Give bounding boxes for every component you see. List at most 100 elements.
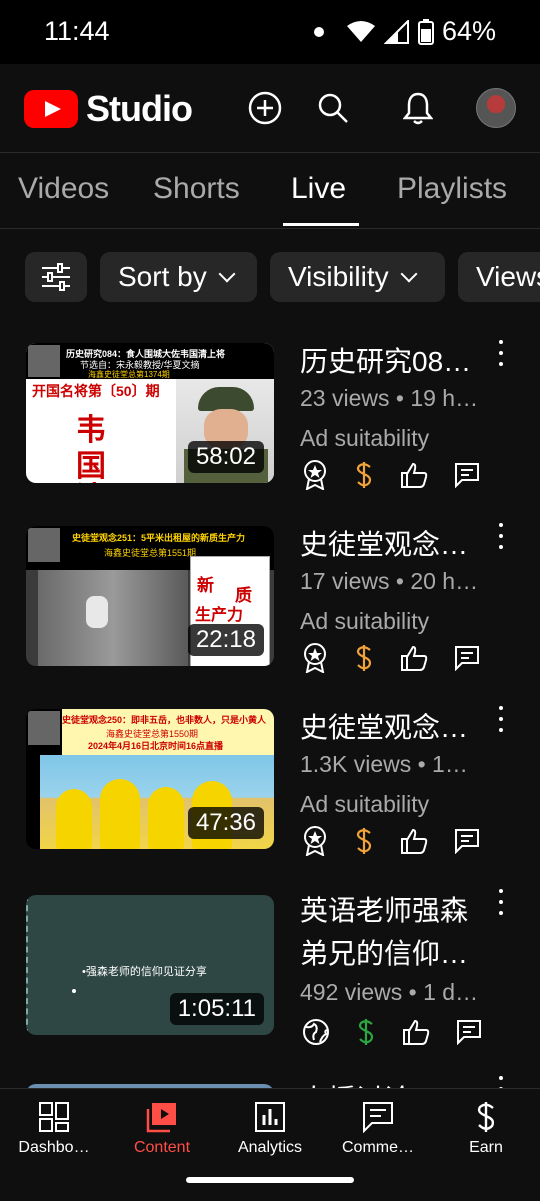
battery-icon [417, 18, 434, 45]
video-list-item[interactable]: •强森老师的信仰见证分享 1:05:11 英语老师强森 弟兄的信仰… 492 v… [0, 889, 540, 1059]
thumbs-up-icon[interactable] [400, 462, 428, 488]
more-options-button[interactable] [495, 523, 507, 549]
video-title-line-2[interactable]: 弟兄的信仰… [300, 932, 480, 972]
bottom-navigation: Dashbo… Content Analytics Comme… Earn [0, 1088, 540, 1201]
nav-analytics[interactable]: Analytics [216, 1099, 324, 1157]
channel-badge-icon [28, 345, 60, 377]
sort-by-label: Sort by [118, 261, 207, 292]
dollar-icon[interactable] [354, 826, 374, 856]
video-views-age: 1.3K views • 1… [300, 751, 468, 777]
video-title[interactable]: 直播讨论201… [300, 1078, 480, 1088]
tab-videos[interactable]: Videos [18, 172, 109, 206]
premiere-badge-icon[interactable] [302, 643, 328, 673]
tab-shorts[interactable]: Shorts [153, 172, 240, 206]
video-views-age: 492 views • 1 d… [300, 979, 479, 1005]
comment-icon[interactable] [456, 1019, 482, 1045]
chevron-down-icon [400, 265, 418, 283]
dollar-icon [477, 1102, 495, 1132]
thumbs-up-icon[interactable] [400, 828, 428, 854]
filter-bar: Sort by Visibility Views [0, 252, 540, 304]
video-title[interactable]: 历史研究08… [300, 340, 480, 380]
video-thumbnail[interactable]: 史徒堂观念250：即非五岳，也非数人，只是小黄人 海鑫史徒堂总第1550期 20… [26, 709, 274, 849]
status-time: 11:44 [44, 16, 110, 46]
video-views-age: 23 views • 19 h… [300, 385, 479, 411]
video-duration: 1:05:11 [169, 993, 264, 1025]
video-title-line-1[interactable]: 英语老师强森 [300, 889, 480, 929]
video-status-icons [302, 643, 480, 673]
youtube-studio-logo[interactable]: Studio [24, 88, 193, 130]
dollar-icon[interactable] [354, 643, 374, 673]
sort-by-dropdown[interactable]: Sort by [100, 252, 257, 302]
home-indicator[interactable] [186, 1177, 354, 1183]
video-duration: 22:18 [187, 624, 264, 656]
cell-signal-icon [383, 19, 409, 44]
visibility-dropdown[interactable]: Visibility [270, 252, 445, 302]
brand-label: Studio [86, 88, 193, 129]
dollar-icon[interactable] [356, 1017, 376, 1047]
comment-icon[interactable] [454, 462, 480, 488]
nav-dashboard[interactable]: Dashbo… [0, 1099, 108, 1157]
more-options-button[interactable] [495, 706, 507, 732]
thumbs-up-icon[interactable] [402, 1019, 430, 1045]
channel-badge-icon [28, 528, 60, 562]
globe-icon[interactable] [302, 1018, 330, 1046]
nav-content-label: Content [133, 1139, 191, 1156]
filter-settings-button[interactable] [25, 252, 87, 302]
status-icons: 64% [313, 16, 496, 47]
search-button[interactable] [311, 86, 355, 130]
more-options-button[interactable] [495, 889, 507, 915]
video-thumbnail[interactable]: 历史研究084：食人围城大佐韦国清上将 节选自：宋永毅教授/华夏文摘 海鑫史徒堂… [26, 343, 274, 483]
youtube-play-logo-icon [24, 90, 78, 128]
views-dropdown[interactable]: Views [458, 252, 540, 302]
video-list-item[interactable]: 历史研究084：食人围城大佐韦国清上将 节选自：宋永毅教授/华夏文摘 海鑫史徒堂… [0, 340, 540, 510]
ad-suitability-label[interactable]: Ad suitability [300, 425, 429, 452]
dashboard-icon [39, 1102, 69, 1132]
comment-icon[interactable] [454, 828, 480, 854]
video-status-icons [302, 826, 480, 856]
create-button[interactable] [243, 86, 287, 130]
more-options-button[interactable] [495, 1076, 507, 1088]
views-label: Views [476, 261, 540, 292]
nav-content[interactable]: Content [108, 1099, 216, 1157]
video-duration: 58:02 [187, 441, 264, 473]
tab-playlists[interactable]: Playlists [397, 172, 507, 206]
video-list-item[interactable]: 史徒堂观念250：即非五岳，也非数人，只是小黄人 海鑫史徒堂总第1550期 20… [0, 706, 540, 876]
video-list-item[interactable]: 史徒堂观念251：5平米出租屋的新质生产力 海鑫史徒堂总第1551期 新 质 生… [0, 523, 540, 693]
dollar-icon[interactable] [354, 460, 374, 490]
ad-suitability-label[interactable]: Ad suitability [300, 608, 429, 635]
channel-badge-icon [28, 711, 60, 745]
content-icon [146, 1103, 176, 1133]
nav-dashboard-label: Dashbo… [18, 1139, 90, 1156]
video-thumbnail[interactable]: •强森老师的信仰见证分享 1:05:11 [26, 895, 274, 1035]
premiere-badge-icon[interactable] [302, 826, 328, 856]
video-views-age: 17 views • 20 h… [300, 568, 479, 594]
thumbs-up-icon[interactable] [400, 645, 428, 671]
tune-icon [42, 263, 70, 291]
nav-earn-label: Earn [469, 1139, 503, 1156]
video-title[interactable]: 史徒堂观念2… [300, 706, 480, 746]
ad-suitability-label[interactable]: Ad suitability [300, 791, 429, 818]
notifications-button[interactable] [396, 86, 440, 130]
status-bar: 11:44 64% [0, 0, 540, 64]
more-options-button[interactable] [495, 340, 507, 366]
tab-live[interactable]: Live [291, 172, 346, 206]
content-tabs: Videos Shorts Live Playlists [0, 152, 540, 229]
nav-earn[interactable]: Earn [432, 1099, 540, 1157]
avatar[interactable] [476, 88, 516, 128]
video-thumbnail[interactable]: 史徒堂观念251：5平米出租屋的新质生产力 海鑫史徒堂总第1551期 新 质 生… [26, 526, 274, 666]
active-tab-indicator [283, 223, 359, 226]
search-icon [318, 93, 348, 123]
video-title[interactable]: 史徒堂观念2… [300, 523, 480, 563]
premiere-badge-icon[interactable] [302, 460, 328, 490]
nav-analytics-label: Analytics [237, 1139, 303, 1156]
notification-dot-icon [313, 26, 324, 37]
comments-icon [363, 1102, 393, 1133]
video-duration: 47:36 [187, 807, 264, 839]
video-list-item[interactable]: 直播讨论201… [0, 1072, 540, 1088]
nav-comments[interactable]: Comme… [324, 1099, 432, 1157]
visibility-label: Visibility [288, 261, 389, 292]
analytics-icon [255, 1102, 285, 1132]
comment-icon[interactable] [454, 645, 480, 671]
chevron-down-icon [218, 265, 236, 283]
video-status-icons [302, 1017, 482, 1047]
